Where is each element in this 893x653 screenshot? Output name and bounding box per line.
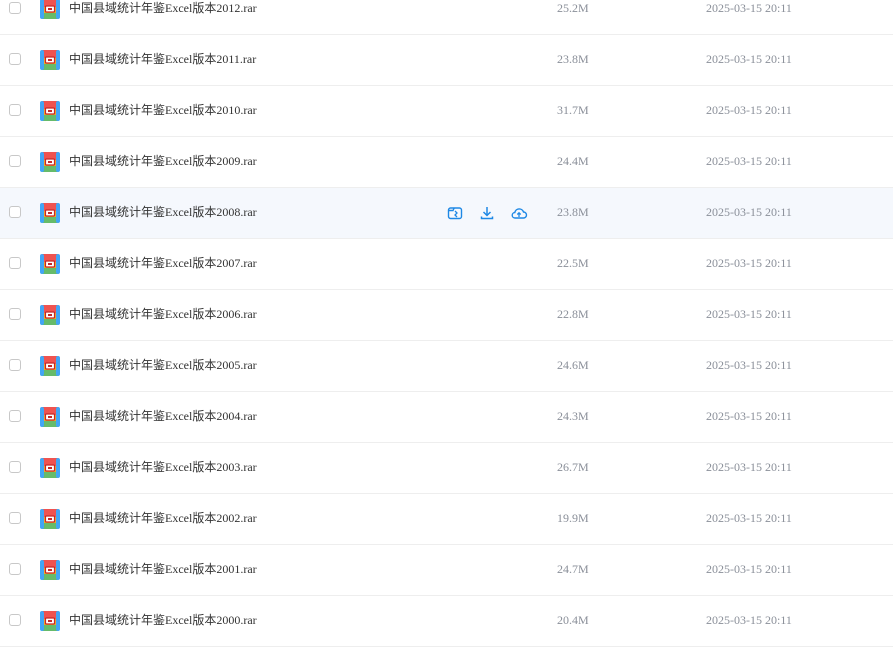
file-name[interactable]: 中国县域统计年鉴Excel版本2010.rar xyxy=(69,102,257,118)
row-checkbox[interactable] xyxy=(9,614,21,626)
rar-archive-icon xyxy=(40,356,60,376)
file-date: 2025-03-15 20:11 xyxy=(706,1,792,15)
cloud-save-icon[interactable] xyxy=(510,204,528,222)
rar-archive-icon xyxy=(40,0,60,19)
file-size: 31.7M xyxy=(557,103,589,117)
rar-archive-icon xyxy=(40,50,60,70)
file-size: 25.2M xyxy=(557,1,589,15)
rar-archive-icon xyxy=(40,611,60,631)
row-checkbox[interactable] xyxy=(9,512,21,524)
rar-archive-icon xyxy=(40,203,60,223)
share-icon[interactable] xyxy=(446,204,464,222)
file-name[interactable]: 中国县域统计年鉴Excel版本2003.rar xyxy=(69,459,257,475)
download-icon[interactable] xyxy=(478,204,496,222)
file-row[interactable]: 中国县域统计年鉴Excel版本2010.rar 31.7M 2025-03-15… xyxy=(0,86,893,137)
file-size: 24.3M xyxy=(557,409,589,423)
file-row[interactable]: 中国县域统计年鉴Excel版本2003.rar 26.7M 2025-03-15… xyxy=(0,443,893,494)
file-date: 2025-03-15 20:11 xyxy=(706,460,792,474)
file-size: 24.6M xyxy=(557,358,589,372)
file-date: 2025-03-15 20:11 xyxy=(706,205,792,219)
file-row[interactable]: 中国县域统计年鉴Excel版本2000.rar 20.4M 2025-03-15… xyxy=(0,596,893,647)
rar-archive-icon xyxy=(40,509,60,529)
file-date: 2025-03-15 20:11 xyxy=(706,307,792,321)
file-name[interactable]: 中国县域统计年鉴Excel版本2000.rar xyxy=(69,612,257,628)
file-date: 2025-03-15 20:11 xyxy=(706,511,792,525)
file-date: 2025-03-15 20:11 xyxy=(706,409,792,423)
file-date: 2025-03-15 20:11 xyxy=(706,52,792,66)
file-row[interactable]: 中国县域统计年鉴Excel版本2007.rar 22.5M 2025-03-15… xyxy=(0,239,893,290)
file-size: 23.8M xyxy=(557,52,589,66)
file-size: 26.7M xyxy=(557,460,589,474)
file-size: 19.9M xyxy=(557,511,589,525)
row-checkbox[interactable] xyxy=(9,410,21,422)
row-checkbox[interactable] xyxy=(9,461,21,473)
file-row[interactable]: 中国县域统计年鉴Excel版本2009.rar 24.4M 2025-03-15… xyxy=(0,137,893,188)
file-row[interactable]: 中国县域统计年鉴Excel版本2006.rar 22.8M 2025-03-15… xyxy=(0,290,893,341)
rar-archive-icon xyxy=(40,305,60,325)
file-name[interactable]: 中国县域统计年鉴Excel版本2001.rar xyxy=(69,561,257,577)
file-name[interactable]: 中国县域统计年鉴Excel版本2012.rar xyxy=(69,0,257,16)
file-name[interactable]: 中国县域统计年鉴Excel版本2004.rar xyxy=(69,408,257,424)
rar-archive-icon xyxy=(40,254,60,274)
file-name[interactable]: 中国县域统计年鉴Excel版本2007.rar xyxy=(69,255,257,271)
row-checkbox[interactable] xyxy=(9,359,21,371)
row-checkbox[interactable] xyxy=(9,257,21,269)
file-row[interactable]: 中国县域统计年鉴Excel版本2011.rar 23.8M 2025-03-15… xyxy=(0,35,893,86)
row-checkbox[interactable] xyxy=(9,206,21,218)
row-checkbox[interactable] xyxy=(9,155,21,167)
file-row[interactable]: 中国县域统计年鉴Excel版本2004.rar 24.3M 2025-03-15… xyxy=(0,392,893,443)
file-row[interactable]: 中国县域统计年鉴Excel版本2002.rar 19.9M 2025-03-15… xyxy=(0,494,893,545)
file-name[interactable]: 中国县域统计年鉴Excel版本2009.rar xyxy=(69,153,257,169)
file-row[interactable]: 中国县域统计年鉴Excel版本2001.rar 24.7M 2025-03-15… xyxy=(0,545,893,596)
rar-archive-icon xyxy=(40,101,60,121)
row-actions xyxy=(446,204,528,222)
file-name[interactable]: 中国县域统计年鉴Excel版本2011.rar xyxy=(69,51,256,67)
file-size: 22.5M xyxy=(557,256,589,270)
file-name[interactable]: 中国县域统计年鉴Excel版本2008.rar xyxy=(69,204,257,220)
file-row[interactable]: 中国县域统计年鉴Excel版本2008.rar 23.8M 2025-03-15… xyxy=(0,188,893,239)
file-date: 2025-03-15 20:11 xyxy=(706,154,792,168)
file-row[interactable]: 中国县域统计年鉴Excel版本2005.rar 24.6M 2025-03-15… xyxy=(0,341,893,392)
file-name[interactable]: 中国县域统计年鉴Excel版本2006.rar xyxy=(69,306,257,322)
file-size: 20.4M xyxy=(557,613,589,627)
file-size: 22.8M xyxy=(557,307,589,321)
row-checkbox[interactable] xyxy=(9,2,21,14)
file-name[interactable]: 中国县域统计年鉴Excel版本2005.rar xyxy=(69,357,257,373)
row-checkbox[interactable] xyxy=(9,563,21,575)
rar-archive-icon xyxy=(40,152,60,172)
file-list: 中国县域统计年鉴Excel版本2012.rar 25.2M 2025-03-15… xyxy=(0,0,893,653)
rar-archive-icon xyxy=(40,560,60,580)
row-checkbox[interactable] xyxy=(9,104,21,116)
row-checkbox[interactable] xyxy=(9,308,21,320)
file-date: 2025-03-15 20:11 xyxy=(706,613,792,627)
file-row[interactable]: 中国县域统计年鉴Excel版本2012.rar 25.2M 2025-03-15… xyxy=(0,0,893,35)
rar-archive-icon xyxy=(40,407,60,427)
file-size: 24.4M xyxy=(557,154,589,168)
row-checkbox[interactable] xyxy=(9,53,21,65)
file-size: 23.8M xyxy=(557,205,589,219)
file-date: 2025-03-15 20:11 xyxy=(706,103,792,117)
file-size: 24.7M xyxy=(557,562,589,576)
file-date: 2025-03-15 20:11 xyxy=(706,358,792,372)
file-date: 2025-03-15 20:11 xyxy=(706,562,792,576)
file-name[interactable]: 中国县域统计年鉴Excel版本2002.rar xyxy=(69,510,257,526)
file-date: 2025-03-15 20:11 xyxy=(706,256,792,270)
rar-archive-icon xyxy=(40,458,60,478)
